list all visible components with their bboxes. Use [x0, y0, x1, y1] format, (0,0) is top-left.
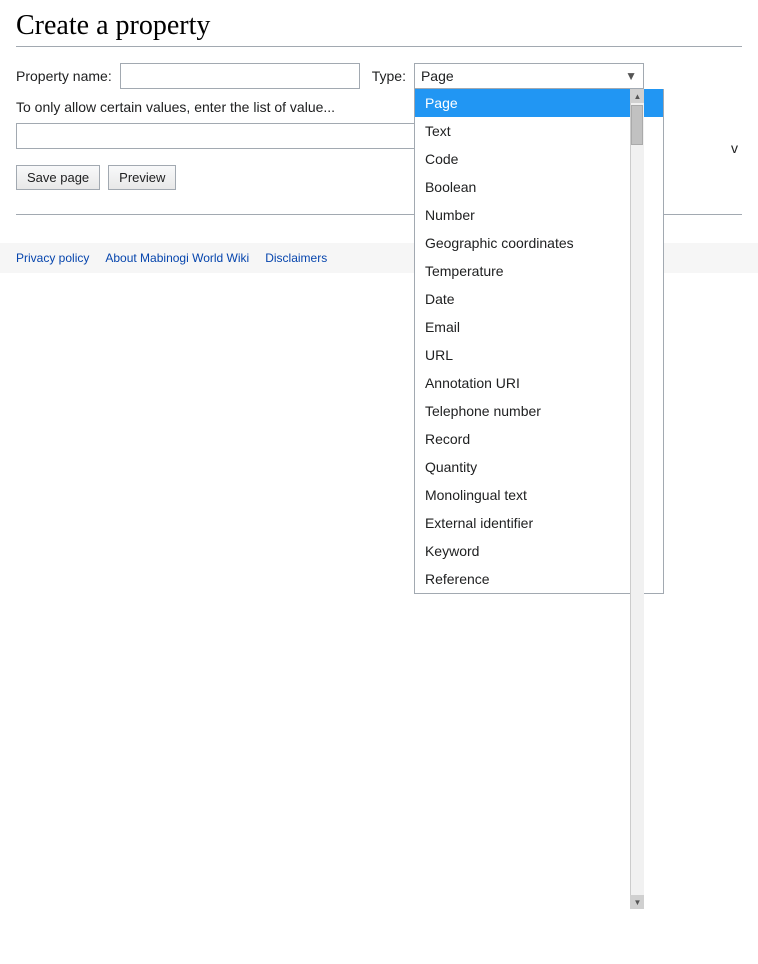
- dropdown-option-annotation-uri[interactable]: Annotation URI: [415, 369, 663, 397]
- dropdown-option-geographic-coordinates[interactable]: Geographic coordinates: [415, 229, 663, 257]
- content-area: Create a property Property name: Type: P…: [0, 0, 758, 243]
- about-link[interactable]: About Mabinogi World Wiki: [105, 251, 249, 265]
- dropdown-option-code[interactable]: Code: [415, 145, 663, 173]
- property-name-input[interactable]: [120, 63, 360, 89]
- preview-button[interactable]: Preview: [108, 165, 176, 190]
- dropdown-option-monolingual-text[interactable]: Monolingual text: [415, 481, 663, 509]
- type-select-wrapper[interactable]: Page ▼ Page Text Code Boolean Number Geo…: [414, 63, 644, 89]
- values-input[interactable]: [16, 123, 476, 149]
- dropdown-option-external-identifier[interactable]: External identifier: [415, 509, 663, 537]
- type-label: Type:: [372, 68, 406, 84]
- scrollbar-up-arrow[interactable]: ▲: [630, 89, 644, 103]
- dropdown-option-boolean[interactable]: Boolean: [415, 173, 663, 201]
- dropdown-option-page[interactable]: Page: [415, 89, 663, 117]
- dropdown-scrollbar[interactable]: ▲ ▼: [630, 89, 644, 909]
- selected-type-text: Page: [421, 68, 454, 84]
- page-title: Create a property: [16, 10, 742, 47]
- dropdown-option-keyword[interactable]: Keyword: [415, 537, 663, 565]
- dropdown-option-email[interactable]: Email: [415, 313, 663, 341]
- dropdown-option-reference[interactable]: Reference: [415, 565, 663, 593]
- dropdown-arrow-icon: ▼: [625, 69, 637, 83]
- page-container: Create a property Property name: Type: P…: [0, 0, 758, 964]
- dropdown-option-temperature[interactable]: Temperature: [415, 257, 663, 285]
- dropdown-option-text[interactable]: Text: [415, 117, 663, 145]
- save-page-button[interactable]: Save page: [16, 165, 100, 190]
- dropdown-option-date[interactable]: Date: [415, 285, 663, 313]
- form-row-name-type: Property name: Type: Page ▼ Page Text Co…: [16, 63, 742, 89]
- overflow-text: v: [731, 140, 738, 156]
- scrollbar-down-arrow[interactable]: ▼: [630, 895, 644, 909]
- type-select-display[interactable]: Page ▼: [414, 63, 644, 89]
- disclaimers-link[interactable]: Disclaimers: [265, 251, 327, 265]
- dropdown-option-number[interactable]: Number: [415, 201, 663, 229]
- type-dropdown-list[interactable]: Page Text Code Boolean Number Geographic…: [414, 89, 664, 594]
- property-name-label: Property name:: [16, 68, 112, 84]
- scrollbar-thumb[interactable]: [631, 105, 643, 145]
- dropdown-option-quantity[interactable]: Quantity: [415, 453, 663, 481]
- dropdown-option-record[interactable]: Record: [415, 425, 663, 453]
- privacy-policy-link[interactable]: Privacy policy: [16, 251, 89, 265]
- dropdown-option-url[interactable]: URL: [415, 341, 663, 369]
- dropdown-option-telephone-number[interactable]: Telephone number: [415, 397, 663, 425]
